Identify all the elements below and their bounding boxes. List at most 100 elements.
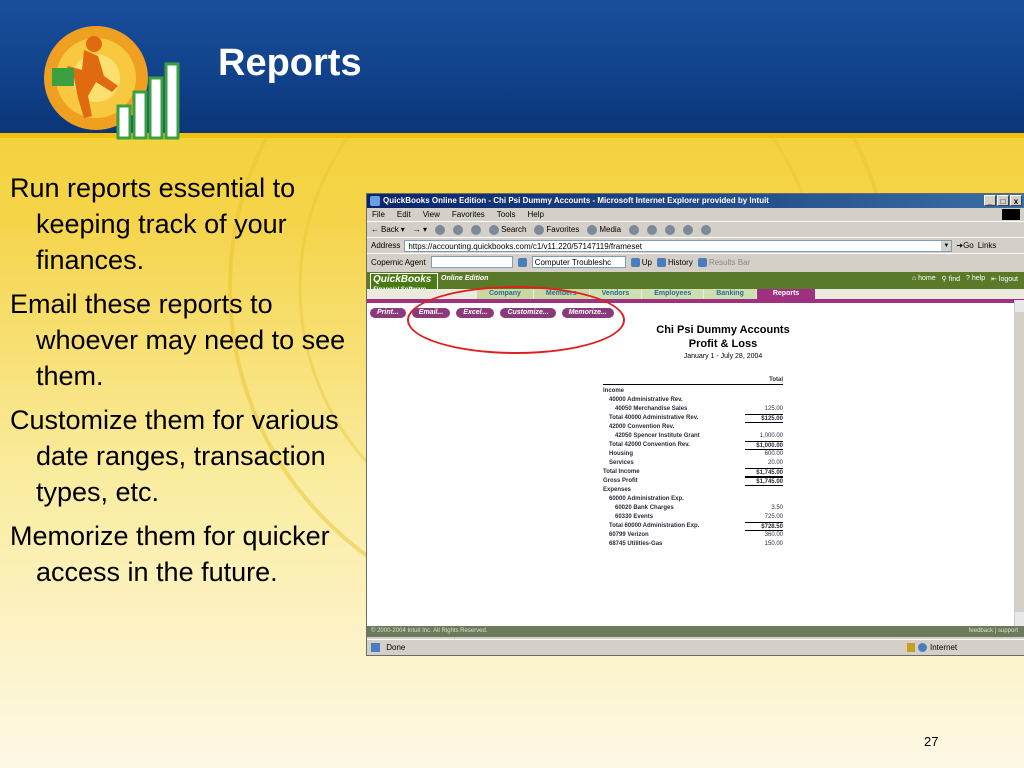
search-button[interactable]: Search bbox=[489, 224, 526, 235]
quickbooks-page: QuickBooks Financial Software Online Edi… bbox=[367, 272, 1024, 626]
feedback-support-links[interactable]: feedback | support bbox=[969, 626, 1018, 637]
windows-logo-icon bbox=[1002, 209, 1020, 220]
favorites-icon bbox=[534, 224, 545, 235]
address-input[interactable]: https://accounting.quickbooks.com/c1/v11… bbox=[404, 239, 953, 252]
home-icon[interactable] bbox=[471, 224, 482, 235]
report-row-label: Total 60000 Administration Exp. bbox=[609, 523, 700, 529]
agent-history-button[interactable]: History bbox=[656, 257, 693, 267]
report-row-value bbox=[745, 486, 783, 495]
report-row: Expenses bbox=[603, 486, 783, 495]
address-value: https://accounting.quickbooks.com/c1/v11… bbox=[408, 241, 642, 251]
refresh-icon[interactable] bbox=[453, 224, 464, 235]
qb-home-link[interactable]: ⌂ home bbox=[912, 275, 936, 283]
stop-icon[interactable] bbox=[435, 224, 446, 235]
report-row-label: Income bbox=[603, 388, 625, 394]
edit-icon[interactable] bbox=[683, 224, 694, 235]
report-row: 40050 Merchandise Sales 125.00 bbox=[603, 405, 783, 414]
report-row-label: Gross Profit bbox=[603, 478, 638, 484]
history-icon bbox=[656, 257, 666, 267]
minimize-button[interactable]: _ bbox=[984, 195, 996, 206]
report-row-label: Services bbox=[609, 460, 634, 466]
report-date-range: January 1 - July 28, 2004 bbox=[683, 353, 763, 360]
agent-up-button[interactable]: Up bbox=[630, 257, 652, 267]
report-row: Total 60000 Administration Exp. $728.50 bbox=[603, 522, 783, 531]
history-label: History bbox=[667, 257, 693, 267]
report-row: 42000 Convention Rev. bbox=[603, 423, 783, 432]
maximize-button[interactable]: □ bbox=[997, 195, 1009, 206]
lock-icon bbox=[907, 643, 915, 652]
security-zone: Internet bbox=[907, 641, 957, 654]
tab-reports[interactable]: Reports bbox=[756, 289, 816, 299]
forward-button[interactable]: → ▾ bbox=[413, 225, 427, 234]
page-done-icon bbox=[371, 643, 380, 653]
tab-employees[interactable]: Employees bbox=[642, 289, 704, 299]
page-scrollbar[interactable] bbox=[1014, 300, 1024, 626]
print-icon[interactable] bbox=[665, 224, 676, 235]
qb-help-link[interactable]: ? help bbox=[966, 275, 985, 283]
discuss-icon[interactable] bbox=[701, 224, 712, 235]
menu-favorites[interactable]: Favorites bbox=[452, 208, 485, 221]
report-row: 60020 Bank Charges 3.50 bbox=[603, 504, 783, 513]
history-icon[interactable] bbox=[629, 224, 640, 235]
report-row: Income bbox=[603, 387, 783, 396]
home-label: home bbox=[918, 275, 936, 282]
qb-logout-link[interactable]: ⇤ logout bbox=[991, 275, 1018, 283]
report-row-label: 40000 Administrative Rev. bbox=[609, 397, 683, 403]
window-titlebar: QuickBooks Online Edition - Chi Psi Dumm… bbox=[367, 194, 1024, 208]
browser-window: QuickBooks Online Edition - Chi Psi Dumm… bbox=[366, 193, 1024, 656]
back-button[interactable]: ← Back ▾ bbox=[371, 225, 405, 234]
results-label: Results Bar bbox=[708, 257, 751, 267]
menu-tools[interactable]: Tools bbox=[497, 208, 516, 221]
report-row: Services 20.00 bbox=[603, 459, 783, 468]
report-row: 60000 Administration Exp. bbox=[603, 495, 783, 504]
report-row-value: 360.00 bbox=[764, 532, 783, 538]
zone-label: Internet bbox=[930, 643, 958, 652]
running-man-logo bbox=[44, 26, 180, 140]
status-bar: Done Internet bbox=[367, 639, 1024, 655]
go-button[interactable]: ➜Go bbox=[956, 241, 973, 250]
bullet-list: Run reports essential to keeping track o… bbox=[10, 170, 360, 598]
report-row-label: 60000 Administration Exp. bbox=[609, 496, 684, 502]
menu-edit[interactable]: Edit bbox=[397, 208, 411, 221]
report-title: Profit & Loss bbox=[688, 338, 758, 350]
report-row-label: Total 40000 Administrative Rev. bbox=[609, 415, 699, 421]
report-row: 68745 Utilities-Gas 150.00 bbox=[603, 540, 783, 549]
report-row-value: 1,000.00 bbox=[759, 433, 783, 439]
bullet-item: Customize them for various date ranges, … bbox=[10, 405, 339, 507]
tab-banking[interactable]: Banking bbox=[704, 289, 756, 299]
qb-logo-text: QuickBooks bbox=[373, 274, 432, 285]
menu-view[interactable]: View bbox=[423, 208, 440, 221]
report-row-value: 20.00 bbox=[767, 460, 783, 466]
favorites-button[interactable]: Favorites bbox=[534, 224, 579, 235]
report-row-value bbox=[745, 495, 783, 504]
report-row: Total 42000 Convention Rev. $1,000.00 bbox=[603, 441, 783, 450]
menu-file[interactable]: File bbox=[372, 208, 385, 221]
report-row-value: 3.50 bbox=[771, 505, 783, 511]
menu-help[interactable]: Help bbox=[527, 208, 543, 221]
report-row-value: 150.00 bbox=[764, 541, 783, 547]
qb-top-links: ⌂ home ⚲ find ? help ⇤ logout bbox=[912, 275, 1018, 283]
report-row-label: Total 42000 Convention Rev. bbox=[609, 442, 690, 448]
report-row-value: $728.50 bbox=[745, 522, 783, 531]
report-row-value bbox=[745, 387, 783, 396]
help-label: help bbox=[971, 275, 986, 282]
qb-find-link[interactable]: ⚲ find bbox=[942, 275, 960, 283]
report-row-label: Total Income bbox=[603, 469, 640, 475]
agent-results-button[interactable]: Results Bar bbox=[697, 257, 751, 267]
scrollbar-thumb[interactable] bbox=[1015, 312, 1024, 612]
address-dropdown-icon[interactable]: ▼ bbox=[941, 240, 952, 251]
agent-search-icon[interactable] bbox=[517, 257, 527, 267]
address-label: Address bbox=[371, 241, 401, 250]
agent-search-input[interactable] bbox=[430, 256, 513, 268]
internet-globe-icon bbox=[918, 643, 927, 652]
media-button[interactable]: Media bbox=[587, 224, 621, 235]
report-row-label: 60020 Bank Charges bbox=[615, 505, 674, 511]
up-label: Up bbox=[641, 257, 652, 267]
agent-category-select[interactable]: Computer Troubleshc bbox=[531, 256, 626, 268]
links-button[interactable]: Links bbox=[978, 241, 997, 250]
print-report-button[interactable]: Print... bbox=[370, 308, 406, 318]
browser-toolbar: ← Back ▾ → ▾ Search Favorites Media bbox=[367, 221, 1024, 237]
mail-icon[interactable] bbox=[647, 224, 658, 235]
close-button[interactable]: x bbox=[1010, 195, 1022, 206]
report-row: Total 40000 Administrative Rev. $125.00 bbox=[603, 414, 783, 423]
